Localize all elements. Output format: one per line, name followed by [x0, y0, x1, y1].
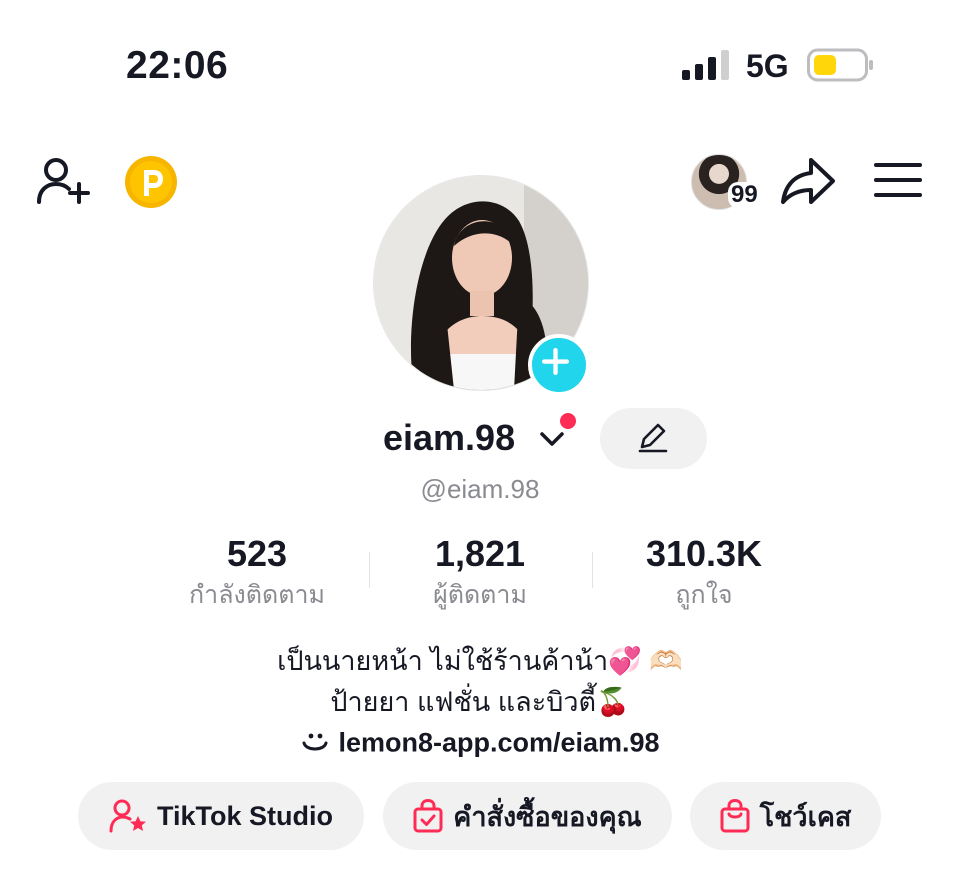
- tiktok-studio-button[interactable]: TikTok Studio: [78, 782, 364, 850]
- bio-link-text: lemon8-app.com/eiam.98: [338, 727, 660, 758]
- menu-icon[interactable]: [874, 160, 922, 200]
- profile-username[interactable]: eiam.98: [383, 417, 515, 459]
- coin-icon[interactable]: [124, 155, 178, 209]
- bio-link[interactable]: lemon8-app.com/eiam.98: [0, 726, 960, 758]
- signal-icon: [682, 50, 729, 80]
- network-label: 5G: [746, 48, 789, 84]
- status-time: 22:06: [126, 44, 229, 87]
- orders-label: คำสั่งซื้อของคุณ: [453, 801, 642, 832]
- stat-followers-value: 1,821: [434, 533, 526, 574]
- share-icon[interactable]: [780, 156, 836, 206]
- stat-divider: [369, 552, 370, 588]
- notification-dot: [560, 413, 576, 429]
- profile-handle: @eiam.98: [420, 474, 540, 504]
- bio-line-1: เป็นนายหน้า ไม่ใช้ร้านค้าน้า💞 🫶🏻: [277, 646, 683, 676]
- add-user-icon[interactable]: [36, 156, 92, 206]
- bio-line-2: ป้ายยา แฟชั่น และบิวตี้🍒: [330, 687, 630, 717]
- friends-count-badge: 99: [728, 182, 761, 208]
- edit-profile-button[interactable]: [600, 408, 707, 469]
- showcase-button[interactable]: โชว์เคส: [690, 782, 881, 850]
- stat-divider: [592, 552, 593, 588]
- stat-likes[interactable]: 310.3K ถูกใจ: [624, 533, 784, 615]
- shopping-bag-icon: [720, 799, 750, 833]
- tiktok-studio-label: TikTok Studio: [156, 800, 333, 831]
- stat-following[interactable]: 523 กำลังติดตาม: [176, 533, 338, 615]
- battery-icon: [807, 48, 873, 82]
- shopping-bag-check-icon: [413, 799, 443, 833]
- stat-followers[interactable]: 1,821 ผู้ติดตาม: [400, 533, 560, 615]
- stat-likes-value: 310.3K: [645, 533, 763, 574]
- showcase-label: โชว์เคส: [759, 801, 852, 832]
- chevron-down-icon[interactable]: [538, 428, 566, 450]
- add-story-plus-icon[interactable]: [528, 334, 590, 396]
- pencil-icon: [638, 423, 668, 453]
- stat-following-label: กำลังติดตาม: [189, 581, 325, 609]
- stat-followers-label: ผู้ติดตาม: [433, 581, 527, 609]
- orders-button[interactable]: คำสั่งซื้อของคุณ: [383, 782, 672, 850]
- lemon8-icon: [302, 733, 328, 751]
- stat-likes-label: ถูกใจ: [675, 581, 733, 609]
- stat-following-value: 523: [226, 533, 288, 574]
- studio-user-star-icon: [109, 799, 146, 833]
